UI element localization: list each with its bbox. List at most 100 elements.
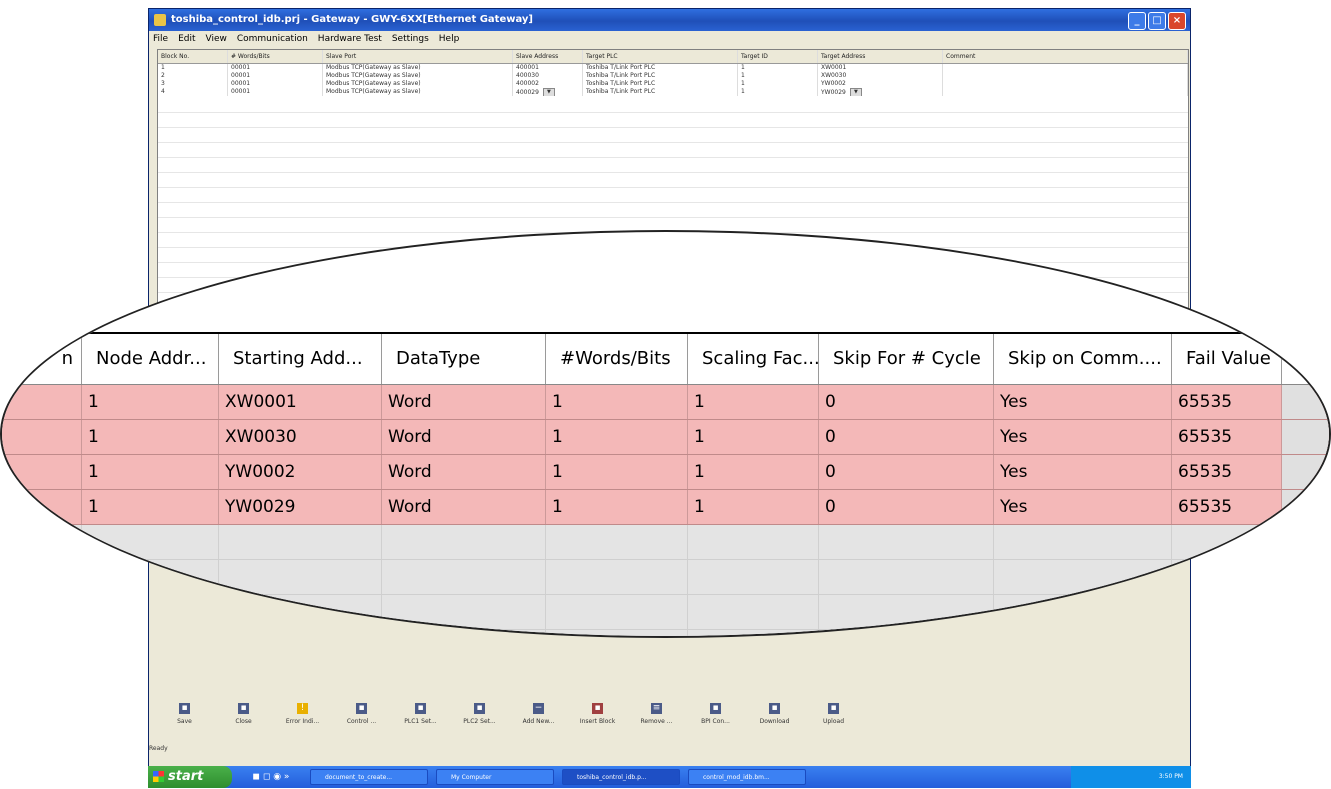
menu-view[interactable]: View <box>206 31 227 47</box>
table-row[interactable]: 1 00001 Modbus TCP(Gateway as Slave) 400… <box>158 64 1188 72</box>
window-title: toshiba_control_idb.prj - Gateway - GWY-… <box>171 14 533 25</box>
column-header-starting-address[interactable]: Starting Add... <box>219 334 382 384</box>
system-tray: 3:50 PM <box>1071 766 1191 788</box>
table-header: n Node Addr... Starting Add... DataType … <box>2 332 1329 385</box>
cell: 1 <box>82 490 219 524</box>
cell: 00001 <box>228 72 323 80</box>
quick-launch[interactable]: ◼ ◻ ◉ » <box>232 772 310 782</box>
cell <box>2 385 82 419</box>
remove-button[interactable]: ≡ Remove ... <box>627 699 686 739</box>
cell: XW0001 <box>818 64 943 72</box>
toolbar-label: BPI Con... <box>701 718 730 725</box>
cell: Toshiba T/Link Port PLC <box>583 80 738 88</box>
column-header[interactable]: n <box>2 334 82 384</box>
add-icon: − <box>533 703 544 714</box>
column-header[interactable]: Slave Port <box>323 50 513 63</box>
save-button[interactable]: ▪ Save <box>155 699 214 739</box>
column-header[interactable]: Target Address <box>818 50 943 63</box>
dropdown-arrow-icon[interactable]: ▼ <box>849 88 862 96</box>
cell: 1 <box>738 88 818 96</box>
control-button[interactable]: ▪ Control ... <box>332 699 391 739</box>
menu-file[interactable]: File <box>153 31 168 47</box>
minimize-button[interactable]: _ <box>1128 12 1146 30</box>
column-header[interactable]: Slave Address <box>513 50 583 63</box>
cell: Yes <box>994 455 1172 489</box>
taskbar-item[interactable]: document_to_create... <box>310 769 428 785</box>
column-header[interactable]: Comment <box>943 50 1188 63</box>
column-header-scaling-factor[interactable]: Scaling Fac... <box>688 334 819 384</box>
cell: 65535 <box>1172 455 1282 489</box>
cell: Toshiba T/Link Port PLC <box>583 88 738 96</box>
download-button[interactable]: ▪ Download <box>745 699 804 739</box>
title-bar: toshiba_control_idb.prj - Gateway - GWY-… <box>149 9 1190 31</box>
insert-icon: ▪ <box>592 703 603 714</box>
table-row[interactable]: 1 XW0001 Word 1 1 0 Yes 65535 <box>2 385 1329 420</box>
cell: 400002 <box>513 80 583 88</box>
cell: 0 <box>819 420 994 454</box>
toolbar-label: PLC2 Set... <box>463 718 496 725</box>
cell: XW0001 <box>219 385 382 419</box>
table-row-empty[interactable] <box>2 525 1329 560</box>
column-header-words-bits[interactable]: #Words/Bits <box>546 334 688 384</box>
cell-with-dropdown[interactable]: 400029 ▼ <box>513 88 583 96</box>
taskbar-item[interactable]: control_mod_idb.bm... <box>688 769 806 785</box>
plc1-settings-button[interactable]: ▪ PLC1 Set... <box>391 699 450 739</box>
cell: 1 <box>82 420 219 454</box>
table-row-empty[interactable] <box>2 595 1329 630</box>
cell: Word <box>382 455 546 489</box>
cell: 400001 <box>513 64 583 72</box>
cell: YW0029 <box>219 490 382 524</box>
upload-button[interactable]: ▪ Upload <box>804 699 863 739</box>
column-header-node-address[interactable]: Node Addr... <box>82 334 219 384</box>
table-row[interactable]: 1 XW0030 Word 1 1 0 Yes 65535 <box>2 420 1329 455</box>
column-header-fail-value[interactable]: Fail Value <box>1172 334 1282 384</box>
menu-edit[interactable]: Edit <box>178 31 195 47</box>
column-header-skip-comm[interactable]: Skip on Comm.... <box>994 334 1172 384</box>
cell: Toshiba T/Link Port PLC <box>583 64 738 72</box>
close-window-button[interactable]: × <box>1168 12 1186 30</box>
menu-help[interactable]: Help <box>439 31 460 47</box>
cell: Yes <box>994 420 1172 454</box>
column-header[interactable]: Block No. <box>158 50 228 63</box>
data-mapping-table: n Node Addr... Starting Add... DataType … <box>2 332 1329 636</box>
cell: 0 <box>819 490 994 524</box>
table-row[interactable]: 3 00001 Modbus TCP(Gateway as Slave) 400… <box>158 80 1188 88</box>
windows-logo-icon <box>153 771 164 782</box>
warning-icon: ! <box>297 703 308 714</box>
cell: Word <box>382 490 546 524</box>
column-header-skip-cycle[interactable]: Skip For # Cycle <box>819 334 994 384</box>
dropdown-arrow-icon[interactable]: ▼ <box>542 88 555 96</box>
cell: 65535 <box>1172 490 1282 524</box>
error-indicator-button[interactable]: ! Error Indi... <box>273 699 332 739</box>
cell-with-dropdown[interactable]: YW0029 ▼ <box>818 88 943 96</box>
add-new-button[interactable]: − Add New... <box>509 699 568 739</box>
menu-communication[interactable]: Communication <box>237 31 308 47</box>
table-row[interactable]: 1 YW0002 Word 1 1 0 Yes 65535 <box>2 455 1329 490</box>
column-header[interactable]: Target PLC <box>583 50 738 63</box>
start-button[interactable]: start <box>148 766 232 788</box>
cell: YW0002 <box>219 455 382 489</box>
column-header[interactable]: Target ID <box>738 50 818 63</box>
cell: Modbus TCP(Gateway as Slave) <box>323 72 513 80</box>
status-bar: Ready <box>149 745 168 752</box>
cell <box>943 80 1188 88</box>
taskbar-item[interactable]: My Computer <box>436 769 554 785</box>
cell-empty <box>1282 420 1329 454</box>
cell: 1 <box>688 385 819 419</box>
insert-block-button[interactable]: ▪ Insert Block <box>568 699 627 739</box>
table-row-empty[interactable] <box>2 560 1329 595</box>
plc2-settings-button[interactable]: ▪ PLC2 Set... <box>450 699 509 739</box>
toolbar-label: Download <box>759 718 790 725</box>
close-button[interactable]: ▪ Close <box>214 699 273 739</box>
column-header[interactable]: # Words/Bits <box>228 50 323 63</box>
bpi-connect-button[interactable]: ▪ BPI Con... <box>686 699 745 739</box>
table-row[interactable]: 4 00001 Modbus TCP(Gateway as Slave) 400… <box>158 88 1188 96</box>
menu-hardware-test[interactable]: Hardware Test <box>318 31 382 47</box>
table-row[interactable]: 2 00001 Modbus TCP(Gateway as Slave) 400… <box>158 72 1188 80</box>
magnified-callout: n Node Addr... Starting Add... DataType … <box>0 230 1331 638</box>
maximize-button[interactable]: □ <box>1148 12 1166 30</box>
taskbar-item-active[interactable]: toshiba_control_idb.p... <box>562 769 680 785</box>
column-header-datatype[interactable]: DataType <box>382 334 546 384</box>
menu-settings[interactable]: Settings <box>392 31 429 47</box>
table-row[interactable]: 1 YW0029 Word 1 1 0 Yes 65535 <box>2 490 1329 525</box>
